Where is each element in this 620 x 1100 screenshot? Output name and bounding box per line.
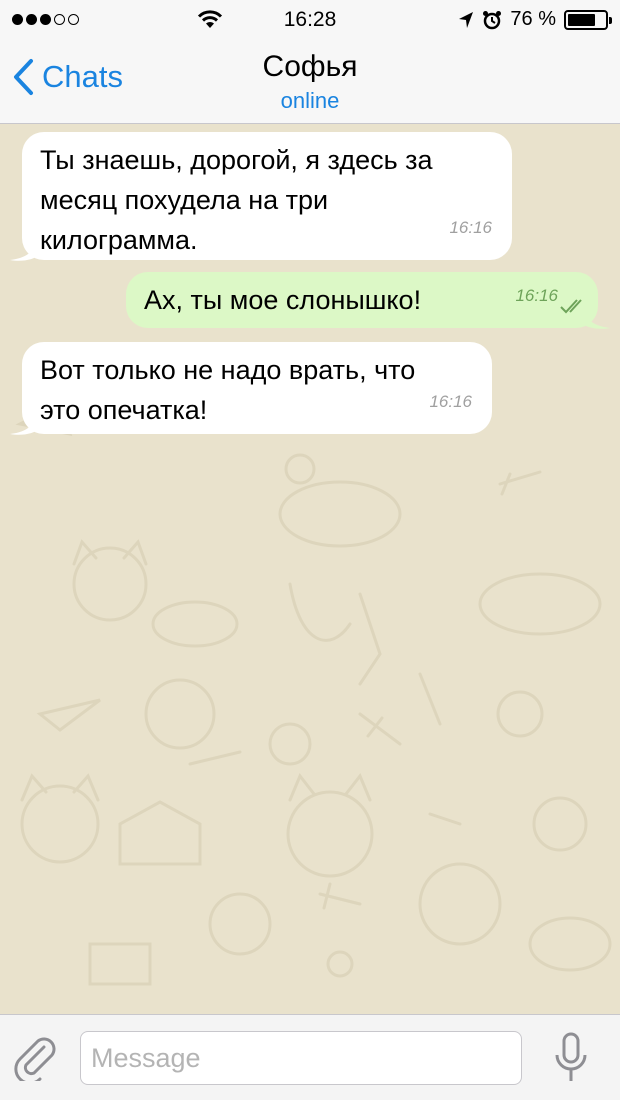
message-composer xyxy=(0,1014,620,1100)
paperclip-icon[interactable] xyxy=(14,1035,58,1081)
battery-fill xyxy=(568,13,596,26)
battery-icon xyxy=(564,9,612,30)
message-input[interactable] xyxy=(80,1031,522,1085)
message-time: 16:16 xyxy=(515,286,558,305)
contact-name[interactable]: Софья xyxy=(0,50,620,84)
message-text: Ты знаешь, дорогой, я здесь за xyxy=(40,145,433,175)
chat-header: Chats Софья online xyxy=(0,40,620,124)
message-bubble-incoming[interactable]: Ты знаешь, дорогой, я здесь за месяц пох… xyxy=(22,132,512,260)
battery-percent: 76 % xyxy=(510,8,556,30)
status-bar: 16:28 76 % xyxy=(0,0,620,40)
message-text: Вот только не надо врать, что xyxy=(40,355,416,385)
contact-status: online xyxy=(280,88,340,113)
message-text: это опечатка! xyxy=(40,395,208,425)
microphone-icon[interactable] xyxy=(552,1031,590,1085)
message-time: 16:16 xyxy=(449,218,492,237)
message-text: килограмма. xyxy=(40,225,198,255)
location-arrow-icon xyxy=(459,11,474,28)
message-bubble-outgoing[interactable]: Ах, ты мое слонышко! 16:16 xyxy=(126,272,598,328)
message-time: 16:16 xyxy=(429,392,472,411)
message-text: месяц похудела на три xyxy=(40,185,329,215)
double-check-icon xyxy=(560,299,582,314)
chat-area[interactable]: Ты знаешь, дорогой, я здесь за месяц пох… xyxy=(0,124,620,1014)
message-bubble-incoming[interactable]: Вот только не надо врать, что это опечат… xyxy=(22,342,492,434)
alarm-icon xyxy=(483,10,502,29)
